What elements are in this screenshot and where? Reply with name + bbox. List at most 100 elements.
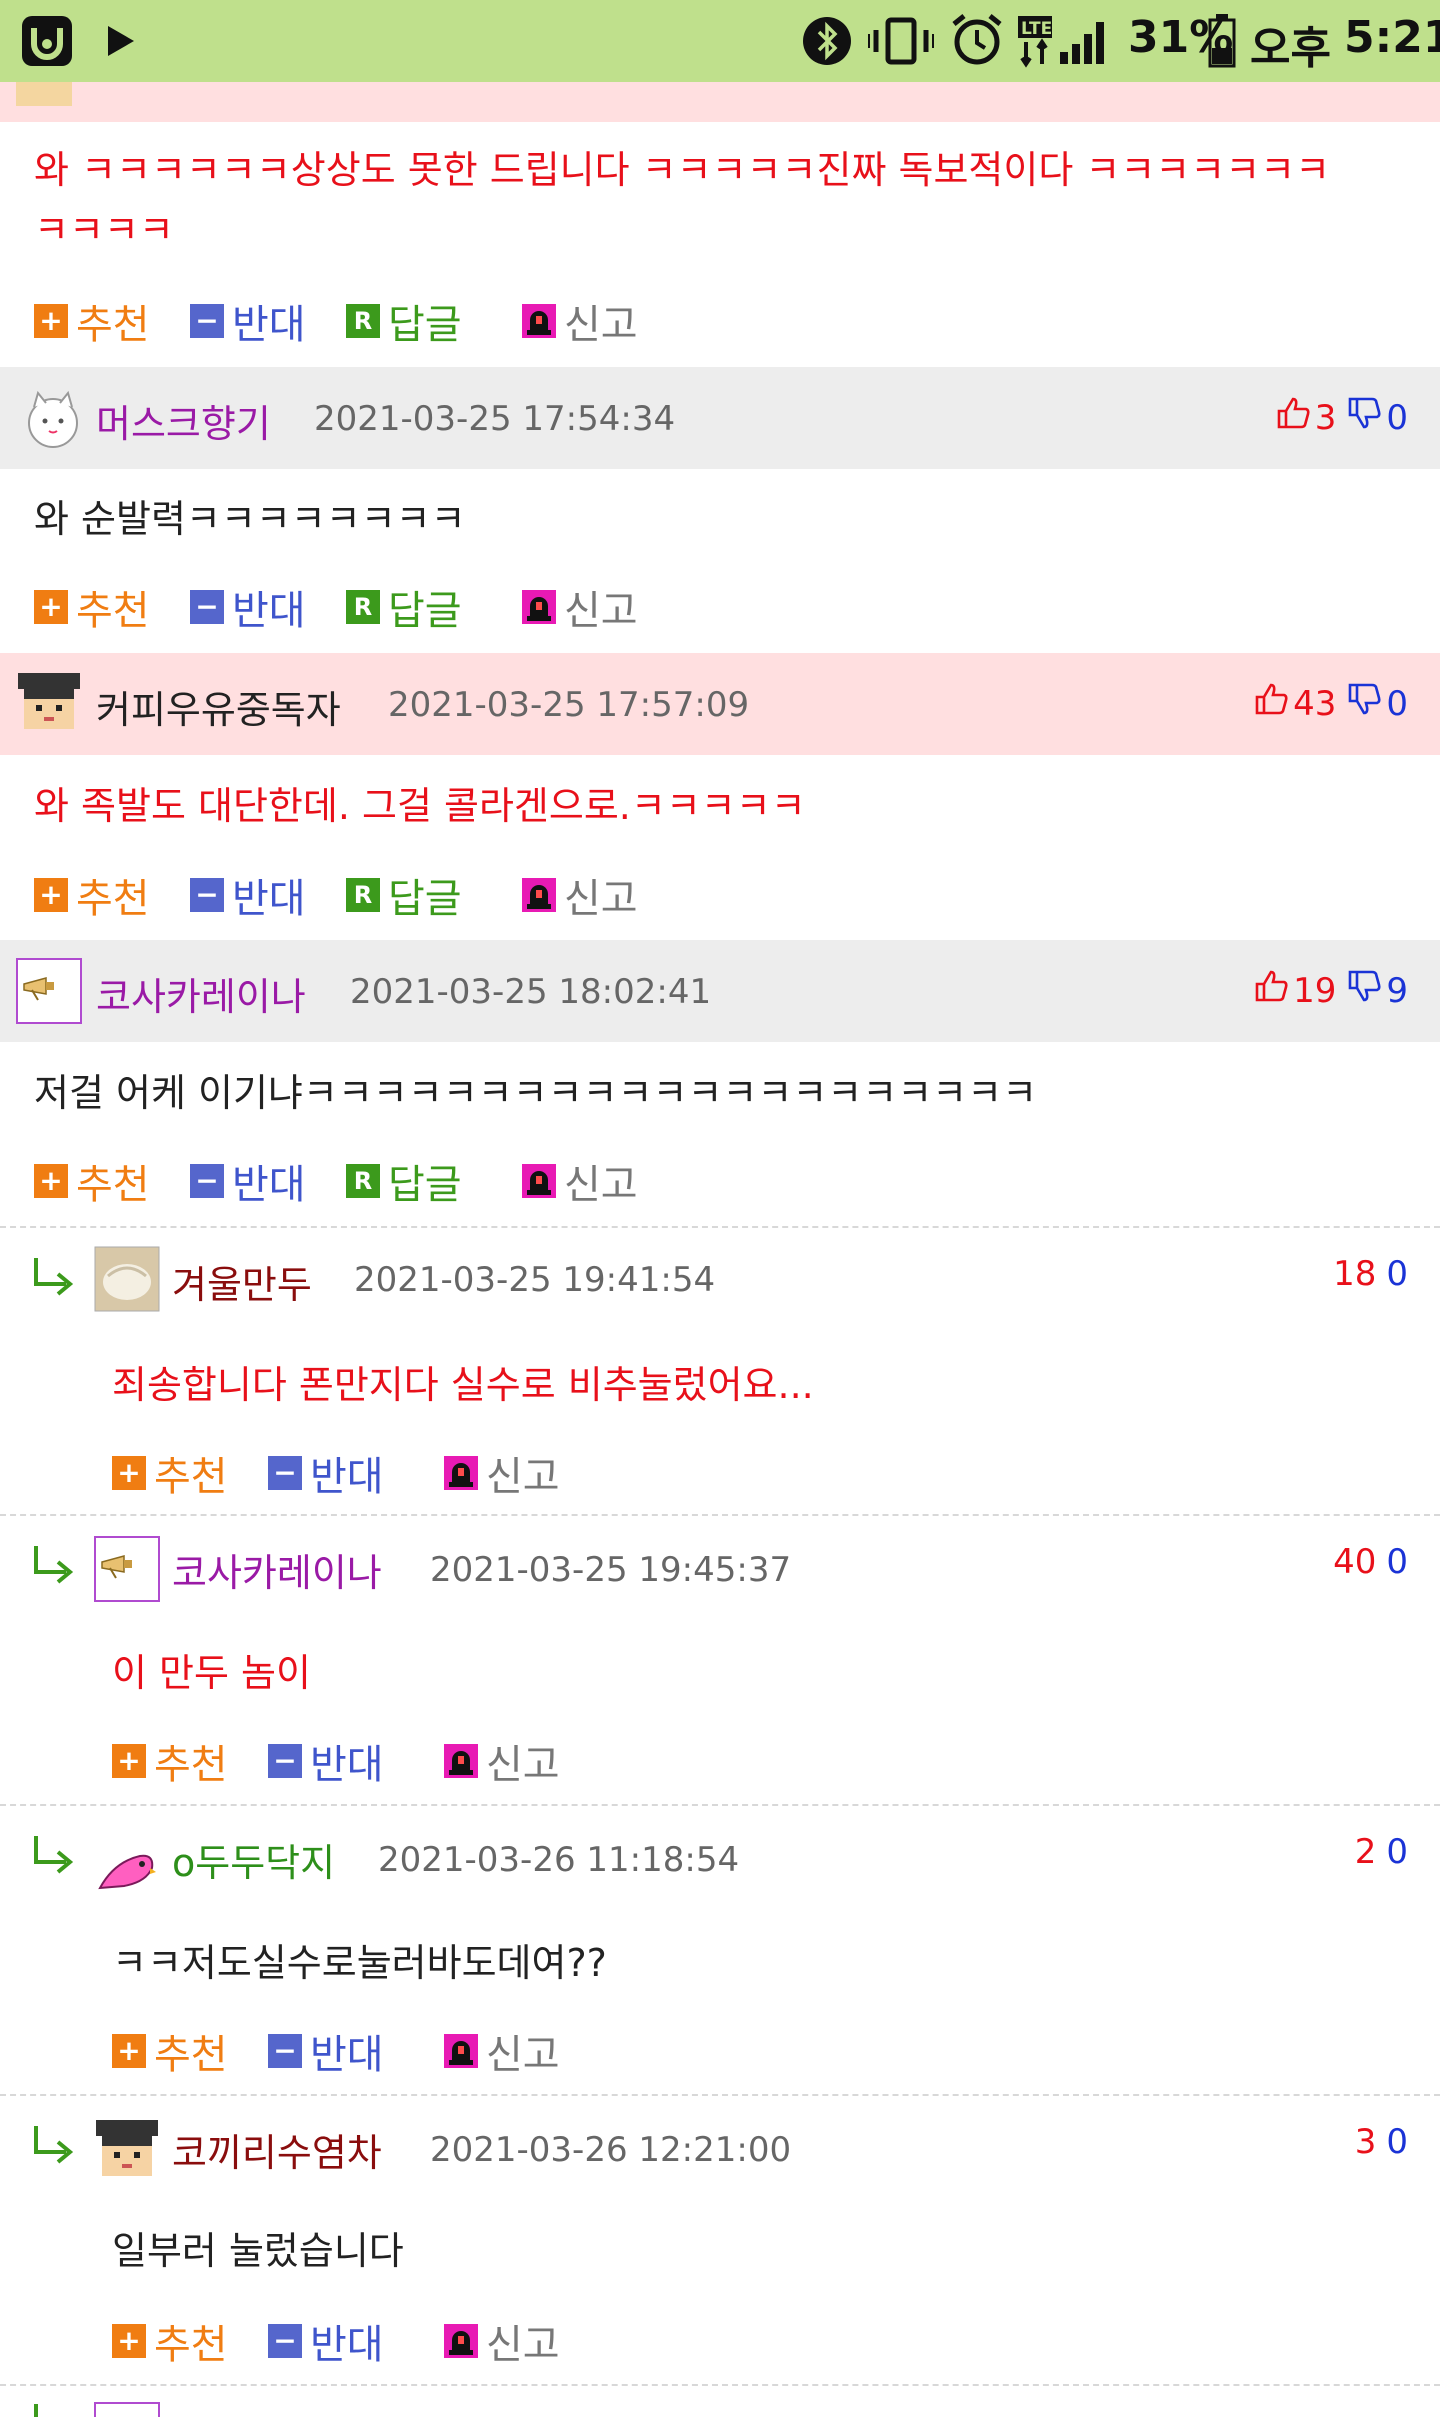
oppose-button[interactable]: − 반대 [190, 292, 306, 350]
siren-icon [444, 1456, 478, 1490]
recommend-button[interactable]: + 추천 [112, 2312, 228, 2370]
plus-icon: + [34, 878, 68, 912]
vote-counts: 2 0 [1355, 1832, 1408, 1872]
reply-icon: R [346, 878, 380, 912]
oppose-button[interactable]: − 반대 [190, 578, 306, 636]
comment-date: 2021-03-25 19:45:37 [430, 1550, 792, 1590]
reply-button[interactable]: R 답글 [346, 1152, 462, 1210]
thumbs-up-icon [1253, 681, 1289, 726]
plus-icon: + [34, 590, 68, 624]
minus-icon: − [268, 1744, 302, 1778]
recommend-button[interactable]: + 추천 [112, 1444, 228, 1502]
up-count: 43 [1293, 683, 1337, 724]
author-name[interactable]: o두두닥지 [172, 1832, 335, 1887]
oppose-button[interactable]: − 반대 [190, 866, 306, 924]
report-button[interactable]: 신고 [522, 866, 638, 924]
comment-header: 머스크향기 2021-03-25 17:54:34 3 0 [0, 367, 1440, 469]
thumbs-down-icon [1346, 968, 1382, 1013]
plus-icon: + [112, 2034, 146, 2068]
bluetooth-icon [802, 14, 852, 72]
recommend-button[interactable]: + 추천 [34, 292, 150, 350]
thumbs-up-icon [1275, 395, 1311, 440]
vote-counts: 3 0 [1275, 395, 1408, 440]
avatar [94, 1832, 160, 1898]
comment-date: 2021-03-25 17:54:34 [314, 399, 676, 439]
clock-ampm: 오후 [1250, 23, 1331, 74]
plus-icon: + [34, 1164, 68, 1198]
oppose-button[interactable]: − 반대 [268, 2312, 384, 2370]
down-count: 9 [1386, 970, 1408, 1011]
recommend-button[interactable]: + 추천 [112, 1732, 228, 1790]
reply-button[interactable]: R 답글 [346, 578, 462, 636]
siren-icon [522, 1164, 556, 1198]
down-count: 0 [1386, 1254, 1408, 1294]
report-button[interactable]: 신고 [522, 1152, 638, 1210]
reply-arrow-icon [32, 1544, 76, 1584]
clock-time: 5:21 [1344, 12, 1440, 63]
avatar [16, 671, 82, 737]
up-count: 3 [1314, 397, 1337, 438]
plus-icon: + [34, 304, 68, 338]
minus-icon: − [268, 2034, 302, 2068]
report-button[interactable]: 신고 [444, 1732, 560, 1790]
minus-icon: − [268, 2324, 302, 2358]
author-name[interactable]: 코사카레이나 [96, 966, 306, 1021]
reply-arrow-icon [32, 2402, 76, 2417]
recommend-button[interactable]: + 추천 [34, 1152, 150, 1210]
report-button[interactable]: 신고 [522, 292, 638, 350]
oppose-button[interactable]: − 반대 [268, 2022, 384, 2080]
plus-icon: + [112, 1456, 146, 1490]
up-count: 19 [1293, 970, 1337, 1011]
reply-icon: R [346, 590, 380, 624]
avatar [94, 2118, 160, 2184]
plus-icon: + [112, 2324, 146, 2358]
author-name[interactable]: 커피우유중독자 [96, 679, 341, 734]
comment-date: 2021-03-25 17:57:09 [388, 685, 750, 725]
reply-button[interactable]: R 답글 [346, 866, 462, 924]
comment-date: 2021-03-25 18:02:41 [350, 972, 712, 1012]
up-count: 18 [1333, 1254, 1377, 1294]
down-count: 0 [1386, 1542, 1408, 1582]
alarm-icon [950, 12, 1004, 72]
minus-icon: − [190, 878, 224, 912]
author-name[interactable]: 머스크향기 [96, 393, 271, 448]
author-name[interactable]: 겨울만두 [172, 1254, 312, 1309]
up-count: 40 [1333, 1542, 1377, 1582]
comment-text: 죄송합니다 폰만지다 실수로 비추눌렀어요... [112, 1363, 814, 1407]
down-count: 0 [1386, 397, 1408, 438]
comment-text: 와 순발력ㅋㅋㅋㅋㅋㅋㅋㅋ [34, 497, 466, 541]
avatar [16, 958, 82, 1024]
minus-icon: − [268, 1456, 302, 1490]
divider [0, 1804, 1440, 1806]
comment-text: 일부러 눌렀습니다 [112, 2229, 404, 2273]
siren-icon [444, 2324, 478, 2358]
divider [0, 1514, 1440, 1516]
oppose-button[interactable]: − 반대 [268, 1732, 384, 1790]
report-button[interactable]: 신고 [444, 1444, 560, 1502]
oppose-button[interactable]: − 반대 [190, 1152, 306, 1210]
recommend-button[interactable]: + 추천 [112, 2022, 228, 2080]
vote-counts: 43 0 [1253, 681, 1408, 726]
minus-icon: − [190, 590, 224, 624]
avatar [94, 2402, 160, 2417]
author-name[interactable]: 코끼리수염차 [172, 2122, 382, 2177]
oppose-button[interactable]: − 반대 [268, 1444, 384, 1502]
recommend-button[interactable]: + 추천 [34, 578, 150, 636]
report-button[interactable]: 신고 [444, 2022, 560, 2080]
play-icon [106, 24, 136, 62]
reply-icon: R [346, 1164, 380, 1198]
report-button[interactable]: 신고 [444, 2312, 560, 2370]
author-name[interactable]: 코사카레이나 [172, 1542, 382, 1597]
comment-date: 2021-03-25 19:41:54 [354, 1260, 716, 1300]
battery-icon [1208, 14, 1236, 72]
status-bar: LTE 31% 오후 5:21 [0, 0, 1440, 82]
up-count: 2 [1354, 1832, 1377, 1872]
down-count: 0 [1386, 1832, 1408, 1872]
minus-icon: − [190, 304, 224, 338]
recommend-button[interactable]: + 추천 [34, 866, 150, 924]
report-button[interactable]: 신고 [522, 578, 638, 636]
comment-date: 2021-03-26 11:18:54 [378, 1840, 740, 1880]
reply-button[interactable]: R 답글 [346, 292, 462, 350]
reply-arrow-icon [32, 1834, 76, 1874]
siren-icon [522, 304, 556, 338]
